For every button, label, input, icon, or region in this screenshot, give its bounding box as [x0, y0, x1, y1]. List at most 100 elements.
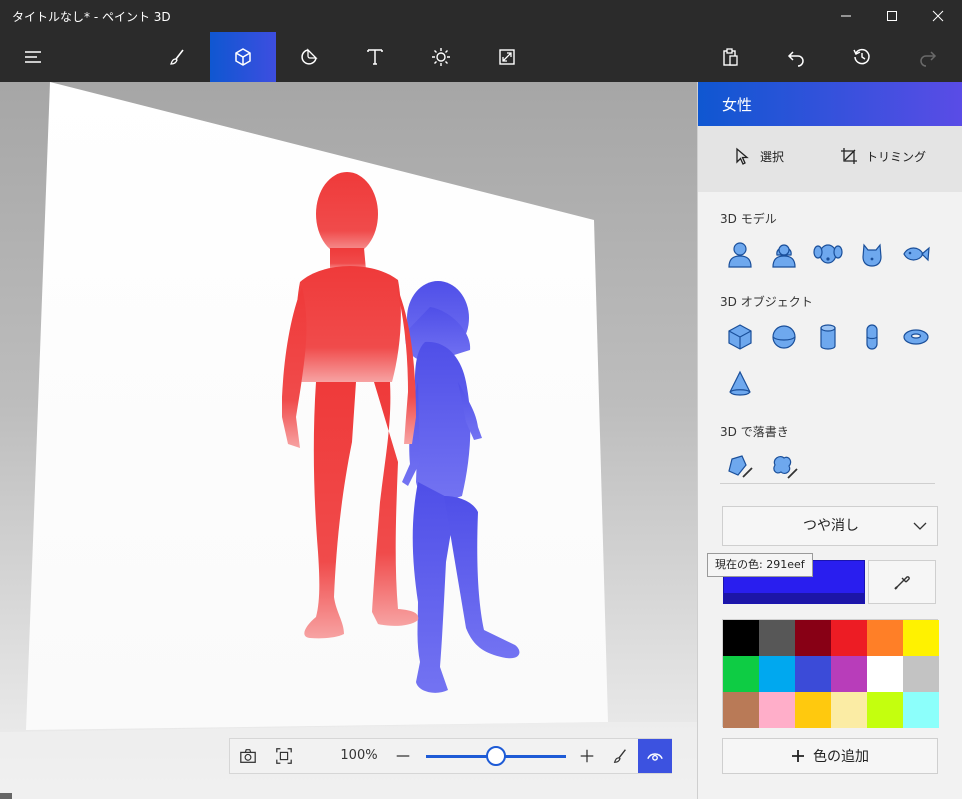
woman-icon	[772, 244, 796, 268]
color-swatch[interactable]	[867, 656, 903, 692]
select-button[interactable]: 選択	[734, 147, 784, 165]
color-swatch[interactable]	[723, 620, 759, 656]
canvas-tool-button[interactable]	[474, 32, 540, 82]
panel-tools: 選択 トリミング	[698, 126, 962, 192]
minimize-button[interactable]	[823, 0, 869, 32]
3d-canvas[interactable]	[0, 82, 697, 799]
brushes-tool-button[interactable]	[144, 32, 210, 82]
maximize-button[interactable]	[869, 0, 915, 32]
brush-icon	[613, 749, 626, 763]
fit-icon	[276, 748, 292, 764]
color-swatch[interactable]	[759, 692, 795, 728]
color-swatch[interactable]	[831, 692, 867, 728]
eye-icon	[647, 753, 663, 761]
color-swatch[interactable]	[723, 656, 759, 692]
color-palette	[722, 619, 939, 728]
dog-icon	[813, 244, 843, 264]
cat-icon	[862, 243, 882, 267]
minus-icon	[396, 755, 410, 757]
3d-shapes-icon	[235, 48, 251, 66]
redo-icon	[920, 51, 937, 67]
zoom-in-button[interactable]	[574, 739, 600, 773]
color-swatch[interactable]	[795, 656, 831, 692]
add-color-button[interactable]: 色の追加	[722, 738, 938, 774]
man-model-button[interactable]	[722, 236, 758, 272]
soft-doodle-button[interactable]	[766, 448, 802, 484]
history-button[interactable]	[829, 32, 895, 82]
color-swatch[interactable]	[723, 692, 759, 728]
plus-icon	[580, 749, 594, 763]
cube-button[interactable]	[722, 319, 758, 355]
color-swatch[interactable]	[867, 692, 903, 728]
view-3d-button[interactable]	[638, 739, 672, 773]
capsule-button[interactable]	[854, 319, 890, 355]
window-title: タイトルなし* - ペイント 3D	[12, 10, 171, 24]
cat-model-button[interactable]	[854, 236, 890, 272]
paste-button[interactable]	[697, 32, 763, 82]
capsule-icon	[866, 324, 878, 350]
chevron-down-icon	[913, 522, 927, 530]
crop-label: トリミング	[866, 149, 927, 164]
screenshot-button[interactable]	[230, 739, 266, 773]
paste-icon	[723, 48, 738, 66]
eyedropper-icon	[894, 576, 910, 590]
cylinder-button[interactable]	[810, 319, 846, 355]
zoom-bar: 100%	[229, 738, 672, 774]
color-swatch[interactable]	[867, 620, 903, 656]
canvas-icon	[499, 49, 515, 65]
color-swatch[interactable]	[795, 620, 831, 656]
sharp-doodle-icon	[728, 455, 753, 478]
menu-button[interactable]	[0, 32, 66, 82]
effects-tool-button[interactable]	[408, 32, 474, 82]
woman-model-button[interactable]	[766, 236, 802, 272]
effects-icon	[432, 48, 450, 66]
history-icon	[853, 48, 870, 65]
color-swatch[interactable]	[903, 620, 939, 656]
color-swatch[interactable]	[831, 620, 867, 656]
minimize-icon	[841, 15, 851, 17]
cone-button[interactable]	[722, 366, 758, 402]
section-divider	[720, 483, 935, 484]
crop-button[interactable]: トリミング	[840, 147, 926, 165]
current-color-tooltip: 現在の色: 291eef	[707, 553, 813, 577]
zoom-out-button[interactable]	[390, 739, 416, 773]
doodle-label: 3D で落書き	[720, 425, 789, 439]
current-color-stripe	[724, 593, 864, 603]
menu-icon	[25, 51, 41, 63]
cone-icon	[729, 370, 751, 396]
man-icon	[728, 242, 752, 268]
sharp-doodle-button[interactable]	[722, 448, 758, 484]
color-swatch[interactable]	[903, 692, 939, 728]
crop-icon	[841, 148, 857, 164]
brush-icon	[170, 49, 184, 65]
close-button[interactable]	[915, 0, 961, 32]
brush-view-button[interactable]	[602, 739, 638, 773]
finish-dropdown[interactable]: つや消し	[722, 506, 938, 546]
camera-icon	[240, 749, 256, 763]
color-swatch[interactable]	[903, 656, 939, 692]
dog-model-button[interactable]	[810, 236, 846, 272]
undo-button[interactable]	[763, 32, 829, 82]
title-bar: タイトルなし* - ペイント 3D	[0, 0, 962, 32]
color-swatch[interactable]	[759, 656, 795, 692]
zoom-slider-thumb[interactable]	[486, 746, 506, 766]
3d-scene	[0, 82, 697, 799]
donut-button[interactable]	[898, 319, 934, 355]
sphere-icon	[772, 325, 796, 349]
fish-model-button[interactable]	[898, 236, 934, 272]
color-swatch[interactable]	[795, 692, 831, 728]
redo-button[interactable]	[895, 32, 961, 82]
fit-to-screen-button[interactable]	[266, 739, 302, 773]
finish-value: つや消し	[803, 518, 859, 534]
sphere-button[interactable]	[766, 319, 802, 355]
eyedropper-button[interactable]	[868, 560, 936, 604]
text-tool-button[interactable]	[342, 32, 408, 82]
soft-doodle-icon	[773, 455, 798, 479]
3d-shapes-tool-button[interactable]	[210, 32, 276, 82]
cube-icon	[728, 324, 752, 350]
color-swatch[interactable]	[831, 656, 867, 692]
close-icon	[932, 10, 944, 22]
stickers-tool-button[interactable]	[276, 32, 342, 82]
donut-icon	[903, 329, 929, 345]
color-swatch[interactable]	[759, 620, 795, 656]
